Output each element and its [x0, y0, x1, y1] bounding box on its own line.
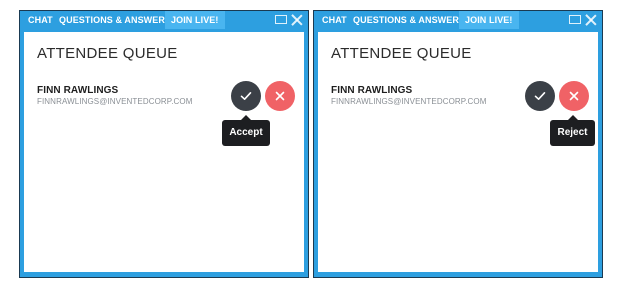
tab-questions-answers[interactable]: QUESTIONS & ANSWERS	[59, 15, 171, 25]
close-icon	[569, 91, 579, 101]
tab-join-live[interactable]: JOIN LIVE!	[165, 11, 225, 29]
accept-button[interactable]	[525, 81, 555, 111]
panel-content: ATTENDEE QUEUE FINN RAWLINGS FINNRAWLING…	[24, 32, 304, 272]
window-restore-icon[interactable]	[275, 15, 287, 24]
window-close-icon[interactable]	[291, 14, 303, 26]
reject-button[interactable]	[559, 81, 589, 111]
tab-questions-answers[interactable]: QUESTIONS & ANSWERS	[353, 15, 465, 25]
attendee-email: FINNRAWLINGS@INVENTEDCORP.COM	[37, 97, 193, 106]
panel-content: ATTENDEE QUEUE FINN RAWLINGS FINNRAWLING…	[318, 32, 598, 272]
attendee-name: FINN RAWLINGS	[331, 85, 413, 96]
close-icon	[275, 91, 285, 101]
attendee-name: FINN RAWLINGS	[37, 85, 119, 96]
window-restore-icon[interactable]	[569, 15, 581, 24]
queue-title: ATTENDEE QUEUE	[37, 45, 178, 62]
queue-title: ATTENDEE QUEUE	[331, 45, 472, 62]
attendee-email: FINNRAWLINGS@INVENTEDCORP.COM	[331, 97, 487, 106]
tab-bar: CHAT QUESTIONS & ANSWERS JOIN LIVE!	[20, 11, 308, 32]
tab-bar: CHAT QUESTIONS & ANSWERS JOIN LIVE!	[314, 11, 602, 32]
live-panel-left: CHAT QUESTIONS & ANSWERS JOIN LIVE! ATTE…	[19, 10, 309, 278]
live-panel-right: CHAT QUESTIONS & ANSWERS JOIN LIVE! ATTE…	[313, 10, 603, 278]
tab-join-live[interactable]: JOIN LIVE!	[459, 11, 519, 29]
check-icon	[240, 92, 252, 100]
check-icon	[534, 92, 546, 100]
reject-tooltip: Reject	[550, 115, 595, 146]
accept-button[interactable]	[231, 81, 261, 111]
window-close-icon[interactable]	[585, 14, 597, 26]
reject-button[interactable]	[265, 81, 295, 111]
tab-chat[interactable]: CHAT	[28, 15, 53, 25]
tab-chat[interactable]: CHAT	[322, 15, 347, 25]
accept-tooltip: Accept	[222, 115, 270, 146]
